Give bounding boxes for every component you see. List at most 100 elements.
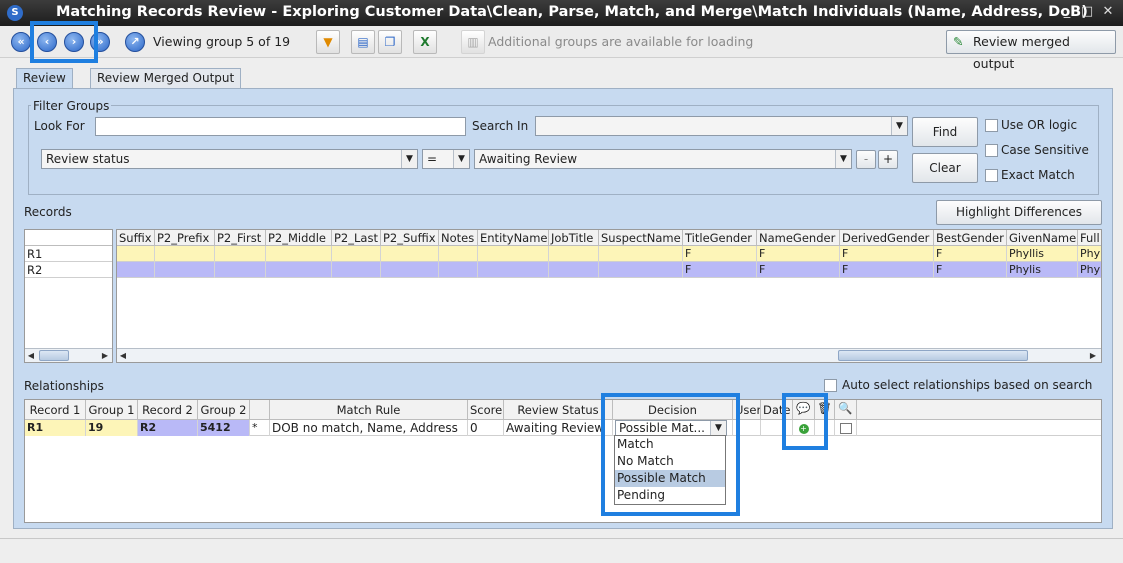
goto-group-button[interactable]: ↗: [125, 32, 145, 52]
scroll-left-icon[interactable]: ◀: [117, 349, 129, 362]
copy-button[interactable]: ❐: [378, 30, 402, 54]
first-group-button[interactable]: «: [11, 32, 31, 52]
records-header-row: Suffix P2_Prefix P2_First P2_Middle P2_Last P…: [117, 230, 1101, 246]
chevron-down-icon: ▼: [401, 150, 417, 168]
records-column-header[interactable]: GivenName: [1007, 230, 1078, 246]
highlight-differences-button[interactable]: Highlight Differences: [936, 200, 1102, 225]
operator-value: =: [427, 152, 438, 166]
scroll-thumb[interactable]: [39, 350, 69, 361]
records-column-header[interactable]: DerivedGender: [840, 230, 934, 246]
add-criteria-button[interactable]: +: [878, 150, 898, 169]
scroll-right-icon[interactable]: ▶: [1087, 349, 1099, 362]
table-cell: [332, 246, 381, 262]
table-cell: F: [840, 246, 934, 262]
filter-button[interactable]: ▼: [316, 30, 340, 54]
table-cell: F: [683, 246, 757, 262]
remove-criteria-button[interactable]: -: [856, 150, 876, 169]
records-column-header[interactable]: Full: [1078, 230, 1101, 246]
table-cell: [155, 262, 215, 278]
view-checkbox[interactable]: [839, 423, 852, 434]
viewing-group-text: Viewing group 5 of 19: [153, 34, 291, 49]
col-group1[interactable]: Group 1: [86, 400, 138, 420]
records-column-header[interactable]: P2_First: [215, 230, 266, 246]
criteria-combo[interactable]: Awaiting Review ▼: [474, 149, 852, 169]
scroll-left-icon[interactable]: ◀: [25, 349, 37, 362]
records-column-header[interactable]: Suffix: [117, 230, 155, 246]
look-for-label: Look For: [34, 119, 85, 133]
review-merged-label: Review merged output: [973, 34, 1070, 71]
review-merged-output-button[interactable]: ✎ Review merged output: [946, 30, 1116, 71]
table-cell: [155, 246, 215, 262]
relationship-row[interactable]: R1 19 R2 5412 * DOB no match, Name, Addr…: [25, 420, 1101, 436]
search-in-combo[interactable]: ▼: [535, 116, 908, 136]
row-header-r1[interactable]: R1: [25, 246, 112, 262]
look-for-input[interactable]: [95, 117, 466, 136]
edit-button[interactable]: ▤: [351, 30, 375, 54]
auto-select-checkbox[interactable]: [824, 379, 837, 392]
table-cell: F: [757, 262, 840, 278]
cell-group1: 19: [86, 420, 138, 436]
toolbar: « ‹ › » ↗ Viewing group 5 of 19 ▼ ▤ ❐ X …: [0, 21, 1123, 71]
col-score[interactable]: Score: [468, 400, 504, 420]
col-record2[interactable]: Record 2: [138, 400, 198, 420]
row-label: R1: [27, 247, 43, 261]
clear-button[interactable]: Clear: [912, 153, 978, 183]
col-match-rule[interactable]: Match Rule: [270, 400, 468, 420]
tab-review[interactable]: Review: [16, 68, 73, 88]
cell-record2: R2: [138, 420, 198, 436]
records-column-header[interactable]: NameGender: [757, 230, 840, 246]
table-cell: [549, 246, 599, 262]
operator-combo[interactable]: = ▼: [422, 149, 470, 169]
table-row[interactable]: F F F F Phyllis Phy: [117, 246, 1101, 262]
col-record1[interactable]: Record 1: [25, 400, 86, 420]
table-cell: [478, 262, 549, 278]
find-button[interactable]: Find: [912, 117, 978, 147]
goto-icon: ↗: [130, 35, 140, 48]
row-header-scrollbar[interactable]: ◀ ▶: [25, 348, 112, 362]
review-merged-icon: ✎: [953, 34, 964, 49]
table-cell: F: [934, 246, 1007, 262]
first-icon: «: [17, 35, 25, 48]
exact-match-checkbox[interactable]: [985, 169, 998, 182]
scroll-thumb[interactable]: [838, 350, 1028, 361]
cell-view[interactable]: [835, 420, 857, 436]
table-cell: F: [934, 262, 1007, 278]
table-cell: [117, 246, 155, 262]
use-or-logic-checkbox[interactable]: [985, 119, 998, 132]
case-sensitive-checkbox[interactable]: [985, 144, 998, 157]
records-column-header[interactable]: JobTitle: [549, 230, 599, 246]
col-review-status[interactable]: Review Status: [504, 400, 613, 420]
records-column-header[interactable]: P2_Prefix: [155, 230, 215, 246]
row-header-r2[interactable]: R2: [25, 262, 112, 278]
chevron-down-icon: ▼: [453, 150, 469, 168]
table-cell: [332, 262, 381, 278]
export-excel-button[interactable]: X: [413, 30, 437, 54]
records-scrollbar[interactable]: ◀ ▶: [117, 348, 1101, 362]
minimize-icon[interactable]: _: [1058, 3, 1076, 21]
records-column-header[interactable]: P2_Last: [332, 230, 381, 246]
title-bar: S Matching Records Review - Exploring Cu…: [0, 0, 1123, 26]
cell-record1: R1: [25, 420, 86, 436]
records-column-header[interactable]: P2_Middle: [266, 230, 332, 246]
records-column-header[interactable]: EntityName: [478, 230, 549, 246]
col-group2[interactable]: Group 2: [198, 400, 250, 420]
col-view[interactable]: 🔍: [835, 400, 857, 420]
highlight-nav-buttons: [30, 21, 98, 63]
field-combo[interactable]: Review status ▼: [41, 149, 418, 169]
records-title: Records: [24, 205, 72, 219]
maximize-icon[interactable]: □: [1078, 3, 1096, 21]
table-row[interactable]: F F F F Phylis Phy: [117, 262, 1101, 278]
tab-review-merged-output[interactable]: Review Merged Output: [90, 68, 242, 88]
close-icon[interactable]: ✕: [1099, 3, 1117, 21]
scroll-right-icon[interactable]: ▶: [99, 349, 111, 362]
records-column-header[interactable]: Notes: [439, 230, 478, 246]
excel-icon: X: [420, 35, 430, 49]
records-column-header[interactable]: SuspectName: [599, 230, 683, 246]
records-column-header[interactable]: BestGender: [934, 230, 1007, 246]
records-column-header[interactable]: P2_Suffix: [381, 230, 439, 246]
field-value: Review status: [46, 152, 130, 166]
col-marker[interactable]: [250, 400, 270, 420]
table-cell: [117, 262, 155, 278]
filter-icon: ▼: [323, 35, 333, 49]
records-column-header[interactable]: TitleGender: [683, 230, 757, 246]
